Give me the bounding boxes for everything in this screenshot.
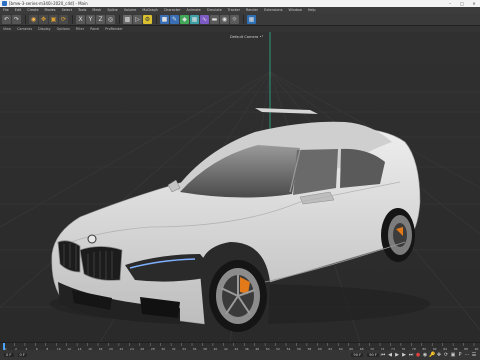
camera-icon[interactable]: ◉ bbox=[220, 14, 229, 24]
redo-icon[interactable]: ↷ bbox=[12, 14, 21, 24]
go-to-end-icon[interactable]: ⏭ bbox=[408, 352, 414, 358]
render-settings-icon[interactable]: ⚙ bbox=[143, 14, 152, 24]
menu-mesh[interactable]: Mesh bbox=[89, 8, 104, 12]
keyframe-selection-icon[interactable]: 🔑 bbox=[429, 352, 435, 358]
maximize-icon[interactable]: □ bbox=[456, 0, 468, 7]
layout-icon[interactable]: ▦ bbox=[247, 14, 256, 24]
toolbar-divider bbox=[156, 14, 157, 24]
play-icon[interactable]: ▶ bbox=[394, 352, 400, 358]
render-view-icon[interactable]: ▩ bbox=[123, 14, 132, 24]
cube-icon[interactable]: ■ bbox=[160, 14, 169, 24]
viewport-menu-panel[interactable]: Panel bbox=[87, 27, 102, 31]
point-level-animation-icon[interactable]: ⋯ bbox=[464, 352, 470, 358]
viewport-menu-cameras[interactable]: Cameras bbox=[14, 27, 35, 31]
animation-toolbar: 0 F 0 F 90 F 90 F ⏮ ◀ ▶ ▶ ⏭ ● ◉ 🔑 ✥ ⟳ ▣ … bbox=[0, 350, 480, 360]
menu-simulate[interactable]: Simulate bbox=[204, 8, 225, 12]
menu-animate[interactable]: Animate bbox=[184, 8, 204, 12]
menu-tracker[interactable]: Tracker bbox=[225, 8, 243, 12]
close-icon[interactable]: ✕ bbox=[468, 0, 480, 7]
menu-mograph[interactable]: MoGraph bbox=[139, 8, 160, 12]
toolbar-divider bbox=[72, 14, 73, 24]
menu-help[interactable]: Help bbox=[305, 8, 319, 12]
position-key-icon[interactable]: ✥ bbox=[436, 352, 442, 358]
coordinate-system-icon[interactable]: ◎ bbox=[106, 14, 115, 24]
window-title: [bmw-3-series-m340i-2020_c4d] - Main bbox=[9, 1, 88, 6]
toolbar-divider bbox=[119, 14, 120, 24]
viewport-menu-prorender[interactable]: ProRender bbox=[102, 27, 125, 31]
viewport-menu-display[interactable]: Display bbox=[35, 27, 54, 31]
menu-edit[interactable]: Edit bbox=[12, 8, 25, 12]
title-bar: [bmw-3-series-m340i-2020_c4d] - Main – □… bbox=[0, 0, 480, 7]
menu-volume[interactable]: Volume bbox=[121, 8, 140, 12]
menu-character[interactable]: Character bbox=[161, 8, 184, 12]
viewport-menu-filter[interactable]: Filter bbox=[73, 27, 87, 31]
rotation-key-icon[interactable]: ⟳ bbox=[443, 352, 449, 358]
scale-key-icon[interactable]: ▣ bbox=[450, 352, 456, 358]
parameter-key-icon[interactable]: P bbox=[457, 352, 463, 358]
viewport-menu-options[interactable]: Options bbox=[54, 27, 73, 31]
cloner-icon[interactable]: ▦ bbox=[190, 14, 199, 24]
viewport-menu-view[interactable]: View bbox=[0, 27, 14, 31]
menu-select[interactable]: Select bbox=[59, 8, 75, 12]
y-axis-icon[interactable]: Y bbox=[86, 14, 95, 24]
go-to-start-icon[interactable]: ⏮ bbox=[380, 352, 386, 358]
menu-tools[interactable]: Tools bbox=[75, 8, 89, 12]
scale-icon[interactable]: ▣ bbox=[49, 14, 58, 24]
record-icon[interactable]: ● bbox=[415, 352, 421, 358]
cinema4d-window: [bmw-3-series-m340i-2020_c4d] - Main – □… bbox=[0, 0, 480, 360]
menu-extensions[interactable]: Extensions bbox=[261, 8, 285, 12]
minimize-icon[interactable]: – bbox=[444, 0, 456, 7]
previous-key-icon[interactable]: ◀ bbox=[387, 352, 393, 358]
main-toolbar: ↶ ↷ ◉ ✥ ▣ ⟳ X Y Z ◎ ▩ ▷ ⚙ ■ ✎ ◆ ▦ ∿ ▬ ◉ … bbox=[0, 13, 480, 26]
3d-viewport[interactable]: Default Camera •° bbox=[0, 32, 480, 342]
menu-file[interactable]: File bbox=[0, 8, 12, 12]
menu-render[interactable]: Render bbox=[243, 8, 261, 12]
toolbar-divider bbox=[25, 14, 26, 24]
pen-icon[interactable]: ✎ bbox=[170, 14, 179, 24]
app-icon bbox=[2, 1, 7, 6]
current-frame-field[interactable]: 0 F bbox=[4, 353, 14, 357]
car-model[interactable] bbox=[50, 108, 430, 332]
next-key-icon[interactable]: ▶ bbox=[401, 352, 407, 358]
end-frame-field[interactable]: 90 F bbox=[351, 353, 364, 357]
x-axis-icon[interactable]: X bbox=[76, 14, 85, 24]
light-icon[interactable]: ☼ bbox=[230, 14, 239, 24]
timeline-menu-icon[interactable]: ☰ bbox=[471, 352, 477, 358]
autokey-icon[interactable]: ◉ bbox=[422, 352, 428, 358]
menu-modes[interactable]: Modes bbox=[42, 8, 59, 12]
max-frame-field[interactable]: 90 F bbox=[367, 353, 379, 357]
viewport-scene bbox=[0, 32, 480, 342]
menu-create[interactable]: Create bbox=[24, 8, 41, 12]
deformer-icon[interactable]: ∿ bbox=[200, 14, 209, 24]
start-frame-field[interactable]: 0 F bbox=[17, 353, 27, 357]
menu-window[interactable]: Window bbox=[285, 8, 304, 12]
render-picture-viewer-icon[interactable]: ▷ bbox=[133, 14, 142, 24]
menu-spline[interactable]: Spline bbox=[104, 8, 120, 12]
z-axis-icon[interactable]: Z bbox=[96, 14, 105, 24]
subdivision-icon[interactable]: ◆ bbox=[180, 14, 189, 24]
toolbar-divider bbox=[243, 14, 244, 24]
move-icon[interactable]: ✥ bbox=[39, 14, 48, 24]
floor-icon[interactable]: ▬ bbox=[210, 14, 219, 24]
live-selection-icon[interactable]: ◉ bbox=[29, 14, 38, 24]
rotate-icon[interactable]: ⟳ bbox=[59, 14, 68, 24]
undo-icon[interactable]: ↶ bbox=[2, 14, 11, 24]
